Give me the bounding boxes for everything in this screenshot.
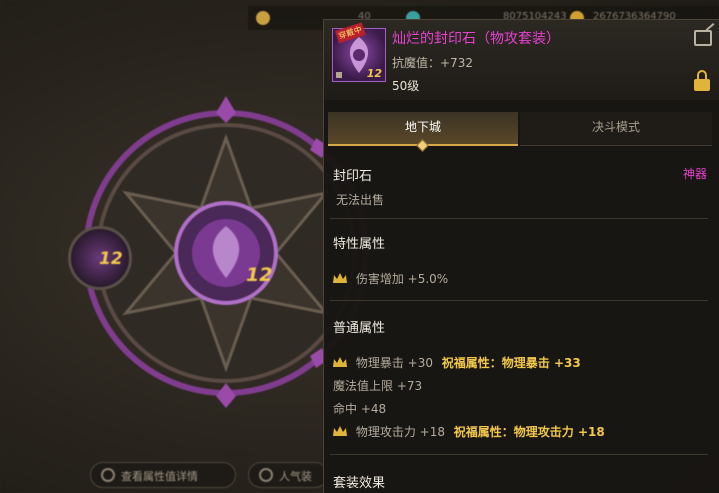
- left-slot-gem[interactable]: 12: [68, 226, 132, 290]
- tab-dungeon[interactable]: 地下城: [328, 112, 518, 152]
- active-tab-indicator-icon: [416, 139, 429, 152]
- popularity-icon: [259, 468, 273, 482]
- blessing-attribute-value: 祝福属性：物理暴击 +33: [441, 356, 581, 370]
- item-name: 灿烂的封印石（物攻套装）: [392, 31, 560, 47]
- normal-attribute-row: 物理攻击力 +18 祝福属性：物理攻击力 +18: [333, 423, 605, 439]
- lock-icon[interactable]: [694, 70, 710, 92]
- view-attribute-details-label: 查看属性值详情: [121, 470, 198, 483]
- crown-icon: [333, 426, 347, 436]
- special-attribute-value: 伤害增加 +5.0%: [355, 272, 449, 286]
- popularity-label: 人气装: [279, 470, 312, 483]
- special-attributes-heading: 特性属性: [333, 237, 386, 252]
- seal-stone-item-icon: 穿戴中 12: [332, 22, 386, 82]
- trade-restriction: 无法出售: [336, 193, 385, 207]
- coin-icon: [256, 11, 270, 25]
- normal-attribute-value: 物理暴击 +30: [355, 356, 433, 370]
- mode-tabs: 地下城 决斗模式: [324, 112, 719, 152]
- normal-attribute-row: 魔法值上限 +73: [333, 377, 422, 393]
- popularity-button[interactable]: 人气装: [248, 462, 328, 488]
- item-type-heading: 封印石: [333, 169, 373, 184]
- tab-duel-label: 决斗模式: [591, 120, 640, 134]
- left-slot-level: 12: [99, 249, 123, 269]
- item-level: 50级: [392, 79, 420, 93]
- divider: [330, 300, 708, 301]
- special-attribute-row: 伤害增加 +5.0%: [333, 270, 448, 286]
- tooltip-header: 穿戴中 12 灿烂的封印石（物攻套装） 抗魔值：+732 50级: [324, 20, 719, 100]
- crown-icon: [333, 357, 347, 367]
- divider: [330, 454, 708, 455]
- view-attribute-details-button[interactable]: 查看属性值详情: [90, 462, 236, 488]
- circle-icon: [101, 468, 115, 482]
- bind-mark-icon: [336, 72, 342, 78]
- blessing-attribute-value: 祝福属性：物理攻击力 +18: [453, 425, 605, 439]
- magic-resist-stat: 抗魔值：+732: [392, 56, 473, 70]
- normal-attribute-row: 命中 +48: [333, 400, 386, 416]
- normal-attributes-heading: 普通属性: [333, 321, 386, 336]
- tab-dungeon-label: 地下城: [404, 120, 441, 134]
- normal-attribute-row: 物理暴击 +30 祝福属性：物理暴击 +33: [333, 354, 581, 370]
- set-effect-heading: 套装效果: [333, 476, 386, 491]
- crown-icon: [333, 273, 347, 283]
- item-tooltip: 穿戴中 12 灿烂的封印石（物攻套装） 抗魔值：+732 50级 地下城 决斗模…: [323, 19, 719, 493]
- share-icon[interactable]: [694, 30, 712, 46]
- tab-duel[interactable]: 决斗模式: [520, 112, 712, 146]
- normal-attribute-value: 命中 +48: [333, 402, 387, 416]
- item-icon-level: 12: [366, 67, 382, 80]
- divider: [330, 218, 708, 219]
- rarity-label: 神器: [682, 167, 707, 181]
- center-gem-level: 12: [246, 264, 273, 286]
- normal-attribute-value: 魔法值上限 +73: [333, 379, 423, 393]
- normal-attribute-value: 物理攻击力 +18: [355, 425, 445, 439]
